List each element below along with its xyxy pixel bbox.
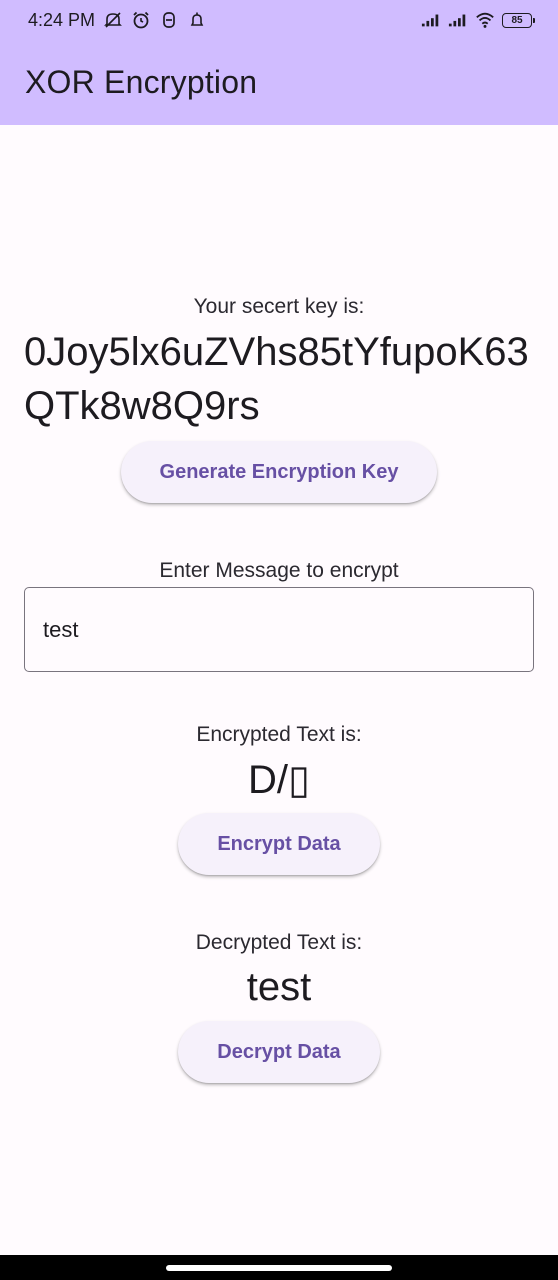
message-input[interactable] xyxy=(43,616,533,643)
signal-icon xyxy=(448,10,468,30)
message-field[interactable] xyxy=(24,587,534,672)
alarm-icon xyxy=(131,10,151,30)
message-label: Enter Message to encrypt xyxy=(159,559,399,582)
app-title: XOR Encryption xyxy=(25,64,258,100)
wifi-icon xyxy=(475,10,495,30)
decrypted-label: Decrypted Text is: xyxy=(195,931,363,954)
encrypted-value: D/▯ xyxy=(247,758,310,802)
app-notification-icon xyxy=(159,10,179,30)
signal-icon xyxy=(421,10,441,30)
battery-icon: 85 xyxy=(502,12,535,28)
status-bar: 4:24 PM 85 xyxy=(0,0,558,40)
app-bar: XOR Encryption xyxy=(0,40,558,125)
home-handle[interactable] xyxy=(166,1264,392,1271)
encrypt-button[interactable]: Encrypt Data xyxy=(178,813,380,875)
decrypted-value: test xyxy=(246,965,312,1009)
secret-key-value: 0Joy5lx6uZVhs85tYfupoK63QTk8w8Q9rs xyxy=(24,330,529,428)
bell-icon xyxy=(187,10,207,30)
mute-notification-icon xyxy=(103,10,123,30)
status-time: 4:24 PM xyxy=(28,9,96,30)
secret-key-label: Your secert key is: xyxy=(193,295,365,318)
decrypt-button[interactable]: Decrypt Data xyxy=(178,1021,380,1083)
encrypted-label: Encrypted Text is: xyxy=(196,723,362,746)
app-screen: 4:24 PM 85 XOR Encryption Your secert ke… xyxy=(0,0,558,1280)
navigation-bar xyxy=(0,1255,558,1280)
status-right: 85 xyxy=(421,10,535,30)
generate-key-button[interactable]: Generate Encryption Key xyxy=(121,441,437,503)
status-left: 4:24 PM xyxy=(28,10,207,31)
